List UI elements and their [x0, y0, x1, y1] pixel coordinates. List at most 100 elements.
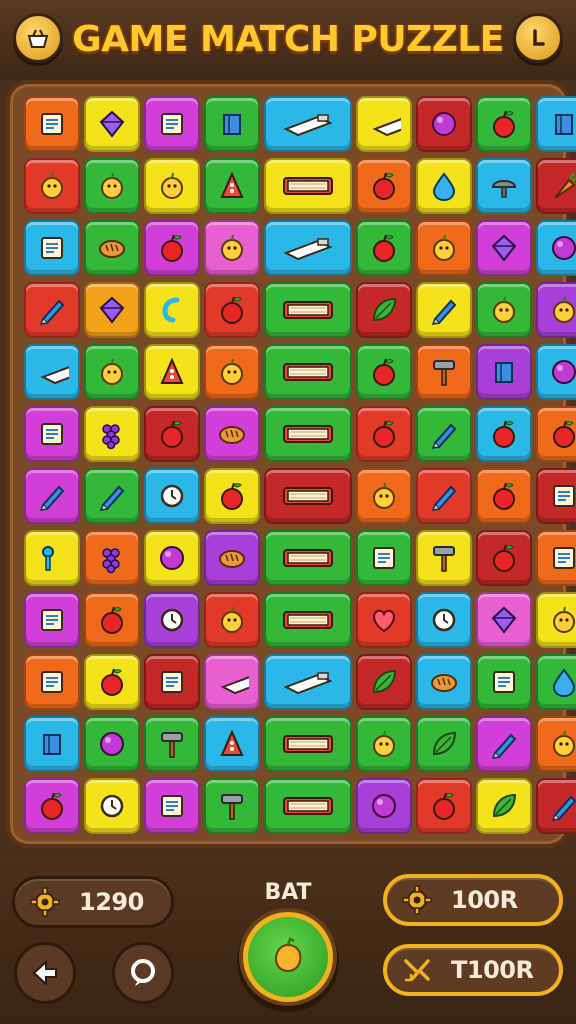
tile-apple[interactable]: [476, 468, 532, 524]
tile-leaf[interactable]: [356, 654, 412, 710]
tile-apple[interactable]: [84, 654, 140, 710]
tile-pencil[interactable]: [416, 282, 472, 338]
tile-apple[interactable]: [356, 158, 412, 214]
tile-gem[interactable]: [476, 592, 532, 648]
tile-apple[interactable]: [356, 406, 412, 462]
tile-fruit[interactable]: [416, 220, 472, 276]
tile-box[interactable]: [24, 716, 80, 772]
tile-card[interactable]: [536, 530, 576, 586]
tile-clock[interactable]: [144, 592, 200, 648]
tile-grape[interactable]: [84, 406, 140, 462]
tile-card[interactable]: [24, 406, 80, 462]
tile-apple[interactable]: [356, 344, 412, 400]
tile-gem[interactable]: [84, 96, 140, 152]
tile-bottle[interactable]: [356, 96, 412, 152]
tile-grape[interactable]: [84, 530, 140, 586]
tile-fruit[interactable]: [204, 344, 260, 400]
tile-drop[interactable]: [536, 654, 576, 710]
tile-apple[interactable]: [536, 406, 576, 462]
basket-button[interactable]: [13, 13, 63, 63]
tile-cone[interactable]: [204, 716, 260, 772]
play-button[interactable]: [243, 912, 333, 1002]
tile-book[interactable]: [264, 282, 352, 338]
tile-ball[interactable]: [144, 530, 200, 586]
tile-card[interactable]: [24, 220, 80, 276]
tile-drop[interactable]: [416, 158, 472, 214]
tile-card[interactable]: [476, 654, 532, 710]
tile-carrot[interactable]: [536, 158, 576, 214]
tile-book[interactable]: [264, 716, 352, 772]
tile-fruit[interactable]: [536, 716, 576, 772]
tile-pencil[interactable]: [24, 468, 80, 524]
tile-cone[interactable]: [204, 158, 260, 214]
tile-pencil[interactable]: [416, 406, 472, 462]
tile-clock[interactable]: [84, 778, 140, 834]
tile-apple[interactable]: [24, 778, 80, 834]
tile-pencil[interactable]: [24, 282, 80, 338]
tile-book[interactable]: [264, 406, 352, 462]
tile-apple[interactable]: [144, 220, 200, 276]
tile-fruit[interactable]: [536, 592, 576, 648]
tile-ball[interactable]: [536, 220, 576, 276]
tile-box[interactable]: [204, 96, 260, 152]
tile-card[interactable]: [144, 654, 200, 710]
tile-fruit[interactable]: [356, 716, 412, 772]
tile-bottle[interactable]: [264, 96, 352, 152]
tile-hook[interactable]: [144, 282, 200, 338]
tile-fruit[interactable]: [476, 282, 532, 338]
tile-card[interactable]: [356, 530, 412, 586]
tile-pencil[interactable]: [476, 716, 532, 772]
tile-leaf[interactable]: [416, 716, 472, 772]
tile-bread[interactable]: [84, 220, 140, 276]
tile-card[interactable]: [144, 778, 200, 834]
tile-apple[interactable]: [84, 592, 140, 648]
tile-hammer[interactable]: [204, 778, 260, 834]
tile-fruit[interactable]: [144, 158, 200, 214]
tile-book[interactable]: [264, 344, 352, 400]
tile-card[interactable]: [144, 96, 200, 152]
tile-pencil[interactable]: [536, 778, 576, 834]
tile-fruit[interactable]: [204, 220, 260, 276]
tile-clock[interactable]: [144, 468, 200, 524]
tile-apple[interactable]: [476, 530, 532, 586]
tile-fruit[interactable]: [84, 158, 140, 214]
tile-clock[interactable]: [416, 592, 472, 648]
tile-key[interactable]: [24, 530, 80, 586]
tile-gem[interactable]: [84, 282, 140, 338]
tile-bread[interactable]: [204, 406, 260, 462]
tile-hammer[interactable]: [416, 344, 472, 400]
tile-book[interactable]: [264, 592, 352, 648]
tile-fruit[interactable]: [24, 158, 80, 214]
tile-fruit[interactable]: [356, 468, 412, 524]
tile-book[interactable]: [264, 778, 352, 834]
tile-apple[interactable]: [204, 468, 260, 524]
tile-ball[interactable]: [84, 716, 140, 772]
tile-fruit[interactable]: [536, 282, 576, 338]
tile-cap[interactable]: [476, 158, 532, 214]
tile-apple[interactable]: [476, 96, 532, 152]
tile-bottle[interactable]: [204, 654, 260, 710]
tile-apple[interactable]: [204, 282, 260, 338]
tile-card[interactable]: [24, 654, 80, 710]
tile-book[interactable]: [264, 468, 352, 524]
tile-bottle[interactable]: [264, 220, 352, 276]
tile-bread[interactable]: [204, 530, 260, 586]
tile-bread[interactable]: [416, 654, 472, 710]
tile-gem[interactable]: [476, 220, 532, 276]
tile-hammer[interactable]: [144, 716, 200, 772]
tile-apple[interactable]: [356, 220, 412, 276]
tile-fruit[interactable]: [204, 592, 260, 648]
tile-leaf[interactable]: [476, 778, 532, 834]
tile-book[interactable]: [264, 158, 352, 214]
tile-card[interactable]: [536, 468, 576, 524]
info-button[interactable]: [513, 13, 563, 63]
shuffle-panel[interactable]: T100R: [383, 944, 563, 996]
hint-button[interactable]: [112, 942, 174, 1004]
tile-pencil[interactable]: [84, 468, 140, 524]
tile-box[interactable]: [536, 96, 576, 152]
tile-cone[interactable]: [144, 344, 200, 400]
tile-bottle[interactable]: [24, 344, 80, 400]
tile-card[interactable]: [24, 96, 80, 152]
tile-ball[interactable]: [416, 96, 472, 152]
tile-ball[interactable]: [356, 778, 412, 834]
